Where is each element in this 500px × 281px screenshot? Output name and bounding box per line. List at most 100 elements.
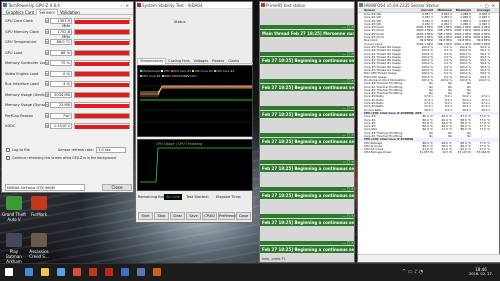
sensor-label: Video Engine Load	[5, 71, 39, 76]
sensor-graph-fill	[75, 114, 129, 118]
sensor-name: CPU Package Power	[364, 151, 392, 155]
gpuz-titlebar[interactable]: TechPowerUp GPU-Z 0.8.6 –✕	[2, 2, 133, 9]
stability-menu-tab[interactable]: Powers	[210, 59, 226, 64]
worker-title[interactable]: — □ ✕	[260, 187, 354, 191]
prime95-titlebar[interactable]: Prime95 test status	[260, 2, 354, 9]
sensor-graph	[74, 112, 130, 119]
worker-title[interactable]: — □ ✕	[260, 106, 354, 110]
worker-title[interactable]: — □ ✕	[260, 79, 354, 83]
worker-title[interactable]: — □ ✕	[260, 133, 354, 137]
worker-status-line: Main thread Feb 27 18:25] Mersenne numbe…	[260, 30, 354, 37]
stability-menu-tab[interactable]: Cooling Fans	[166, 59, 191, 64]
taskbar-item[interactable]	[134, 264, 148, 281]
sensor-value: 1752.8 MHz	[50, 28, 72, 39]
sensor-graph	[74, 28, 130, 35]
hwinfo-titlebar[interactable]: HWiNFO64 v5.04-2335 Sensor Status –□✕	[358, 2, 499, 9]
hwinfo-column-header[interactable]: Maximum	[452, 9, 471, 12]
sensor-graph	[74, 91, 130, 98]
stability-button-cpuid[interactable]: CPUID	[202, 212, 217, 220]
status-column-label: Status	[174, 20, 186, 24]
taskbar-item[interactable]	[38, 264, 52, 281]
sensor-graph-fill	[75, 82, 129, 87]
sensor-dropdown[interactable]: ▾	[45, 91, 49, 97]
refresh-rate-select[interactable]: 1.0 sec	[96, 147, 126, 153]
desktop-shortcut-label-line2: Auto V	[7, 217, 21, 222]
gpuz-close-button[interactable]: Close	[102, 184, 132, 191]
desktop-shortcut[interactable]: Grand Theft Auto V	[2, 196, 26, 222]
hwinfo-column-header[interactable]: Sensor	[358, 9, 414, 12]
worker-title[interactable]: — □ ✕	[260, 25, 354, 29]
sensor-label: GPU Memory Clock	[5, 29, 40, 34]
sensor-dropdown[interactable]: ▾	[45, 123, 49, 128]
stability-button-start[interactable]: Start	[138, 212, 153, 220]
worker-status-line: Feb 27 18:25] Beginning a continuous sel…	[260, 246, 354, 253]
window-controls[interactable]: –✕	[121, 2, 132, 8]
taskbar-item[interactable]	[102, 264, 116, 281]
taskbar-item[interactable]	[70, 264, 84, 281]
stability-test-window[interactable]: System Stability Test - AIDA64 Status Te…	[135, 1, 253, 223]
hwinfo-column-header[interactable]: Current	[414, 9, 433, 12]
sensor-label: Memory Usage (Dedicated)	[5, 92, 45, 97]
clock[interactable]: 18:46 2016. 02. 27.	[466, 267, 496, 276]
stability-menu-tab[interactable]: Clocks	[226, 59, 241, 64]
hwinfo-title: HWiNFO64 v5.04-2335 Sensor Status	[364, 3, 439, 8]
sensor-label: Memory Usage (Dynamic)	[5, 103, 45, 107]
hwinfo-window[interactable]: HWiNFO64 v5.04-2335 Sensor Status –□✕ Se…	[357, 1, 500, 263]
sensor-dropdown[interactable]: ▾	[45, 49, 49, 55]
stability-menu-tab[interactable]: Temperatures	[137, 58, 167, 64]
device-select[interactable]: NVIDIA GeForce GTX 960M	[5, 184, 85, 191]
sensor-value: 23 MB	[50, 102, 72, 108]
continue-refresh-checkbox[interactable]	[6, 156, 10, 160]
worker-status-line: Feb 27 18:25] Beginning a continuous sel…	[260, 219, 354, 226]
stability-button-preferences[interactable]: Preferences	[218, 212, 239, 220]
desktop-shortcut[interactable]: Assassins Creed S...	[27, 233, 51, 259]
sensor-dropdown[interactable]: ▾	[45, 81, 49, 86]
sensor-dropdown[interactable]: ▾	[45, 18, 49, 23]
sensor-graph-fill	[75, 61, 129, 66]
stability-button-close[interactable]: Close	[236, 212, 251, 220]
log-to-file-checkbox[interactable]	[6, 148, 10, 152]
hwinfo-sensor-row[interactable]: CPU Package Power 31.657 W 10.7 W 45.147 W 3…	[358, 151, 499, 154]
worker-title[interactable]: — □ ✕	[260, 214, 354, 218]
taskbar-item[interactable]	[54, 264, 68, 281]
stability-button-stop[interactable]: Stop	[154, 212, 169, 220]
battery-status: AC Line	[164, 194, 182, 200]
sensor-dropdown[interactable]: ▾	[45, 28, 49, 34]
sensor-dropdown[interactable]: ▾	[45, 112, 49, 118]
taskbar-item[interactable]	[118, 264, 132, 281]
worker-title[interactable]: — □ ✕	[260, 241, 354, 245]
worker-status-line: Feb 27 18:25] Beginning a continuous sel…	[260, 165, 354, 172]
taskbar-item[interactable]	[86, 264, 100, 281]
sensor-graph-fill	[75, 72, 129, 76]
taskbar-item[interactable]	[2, 264, 16, 281]
sensor-dropdown[interactable]: ▾	[45, 70, 49, 76]
taskbar-item[interactable]	[22, 264, 36, 281]
store-icon	[57, 268, 65, 276]
desktop-shortcut-label: FurMark	[30, 212, 48, 217]
gpuz-window[interactable]: TechPowerUp GPU-Z 0.8.6 –✕ Graphics Card…	[1, 1, 134, 193]
desktop-shortcut-label: Play Batman	[6, 249, 22, 259]
sensor-dropdown[interactable]: ▾	[45, 60, 49, 65]
hwinfo-footer-toolbar	[358, 254, 500, 262]
tray-icons[interactable]: ^ ▭ ♪ ◔	[402, 269, 423, 275]
stability-button-save[interactable]: Save	[186, 212, 201, 220]
sensor-dropdown[interactable]: ▾	[45, 102, 49, 107]
sensor-value: 86.0 °C	[50, 39, 72, 45]
sensor-dropdown[interactable]: ▾	[45, 39, 49, 44]
hwinfo-column-header[interactable]: Minimum	[433, 9, 452, 12]
worker-title[interactable]: — □ ✕	[260, 52, 354, 56]
stability-button-clear[interactable]: Clear	[170, 212, 185, 220]
sensor-graph-fill	[75, 103, 129, 108]
hwinfo-window-controls[interactable]: –□✕	[480, 2, 498, 8]
gpuz-app-icon	[3, 3, 7, 7]
sensor-graph-fill	[75, 40, 129, 45]
taskbar-item[interactable]	[150, 264, 164, 281]
elapsed-time-label: Elapsed Time:	[216, 195, 242, 199]
gpuz-title: TechPowerUp GPU-Z 0.8.6	[8, 3, 60, 8]
prime95-window[interactable]: Prime95 test status — □ ✕ Main thread Feb…	[259, 1, 355, 263]
stability-menu-tab[interactable]: Voltages	[192, 59, 210, 64]
desktop-shortcut[interactable]: FurMark	[27, 196, 51, 217]
worker-title[interactable]: — □ ✕	[260, 160, 354, 164]
hwinfo-column-header[interactable]: Average	[471, 9, 490, 12]
stability-titlebar[interactable]: System Stability Test - AIDA64	[136, 2, 252, 9]
